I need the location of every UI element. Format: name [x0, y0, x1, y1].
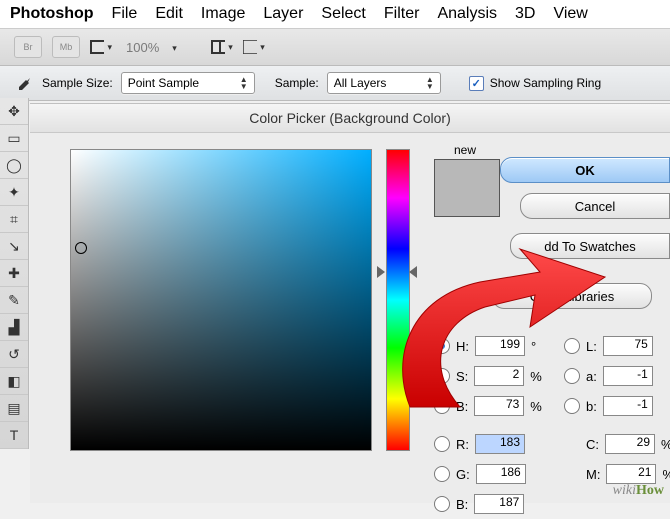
- l-input[interactable]: 75: [603, 336, 653, 356]
- c-unit: %: [661, 437, 670, 452]
- saturation-input[interactable]: 2: [474, 366, 524, 386]
- select-arrows-icon: ▲▼: [240, 76, 248, 90]
- hue-handle-icon[interactable]: [377, 266, 385, 278]
- sample-size-select[interactable]: Point Sample ▲▼: [121, 72, 255, 94]
- b-radio[interactable]: [564, 398, 580, 414]
- hue-slider[interactable]: [386, 149, 410, 451]
- green-radio[interactable]: [434, 466, 450, 482]
- tool-eraser[interactable]: ◧: [0, 368, 28, 395]
- minibridge-button[interactable]: Mb: [52, 36, 80, 58]
- red-label: R:: [456, 437, 469, 452]
- blue-input[interactable]: 187: [474, 494, 524, 514]
- c-label: C:: [586, 437, 599, 452]
- show-sampling-ring-checkbox[interactable]: ✓: [469, 76, 484, 91]
- l-radio[interactable]: [564, 338, 580, 354]
- l-label: L:: [586, 339, 597, 354]
- m-unit: %: [662, 467, 670, 482]
- a-input[interactable]: -1: [603, 366, 653, 386]
- hue-handle-icon[interactable]: [409, 266, 417, 278]
- brightness-label: B:: [456, 399, 468, 414]
- green-input[interactable]: 186: [476, 464, 526, 484]
- brightness-input[interactable]: 73: [474, 396, 524, 416]
- tool-heal[interactable]: ✚: [0, 260, 28, 287]
- blue-radio[interactable]: [434, 496, 450, 512]
- color-field[interactable]: [70, 149, 372, 451]
- hue-input[interactable]: 199: [475, 336, 525, 356]
- saturation-radio[interactable]: [434, 368, 450, 384]
- a-label: a:: [586, 369, 597, 384]
- screen-mode-dropdown[interactable]: [90, 38, 112, 56]
- color-libraries-button[interactable]: Color Libraries: [492, 283, 652, 309]
- tool-marquee[interactable]: ▭: [0, 125, 28, 152]
- tool-gradient[interactable]: ▤: [0, 395, 28, 422]
- zoom-dropdown-icon[interactable]: [169, 40, 177, 54]
- menu-view[interactable]: View: [553, 5, 587, 23]
- lab-cmyk-fields: L: 75 a: -1 b: -1 C: 29 %: [564, 331, 670, 489]
- hue-unit: °: [531, 339, 545, 354]
- hsb-rgb-fields: H: 199 ° S: 2 % B: 73 % R: 183: [434, 331, 546, 519]
- menu-select[interactable]: Select: [321, 5, 365, 23]
- zoom-level[interactable]: 100%: [126, 40, 159, 55]
- app-name: Photoshop: [10, 5, 94, 23]
- new-color-swatch: [434, 159, 500, 217]
- sample-size-value: Point Sample: [128, 76, 199, 90]
- extras-dropdown[interactable]: [243, 38, 265, 56]
- saturation-unit: %: [530, 369, 544, 384]
- menu-edit[interactable]: Edit: [155, 5, 183, 23]
- menu-analysis[interactable]: Analysis: [437, 5, 497, 23]
- menu-file[interactable]: File: [112, 5, 138, 23]
- eyedropper-tool-icon: [16, 74, 34, 92]
- a-radio[interactable]: [564, 368, 580, 384]
- color-field-cursor[interactable]: [75, 242, 87, 254]
- ok-button[interactable]: OK: [500, 157, 670, 183]
- menu-layer[interactable]: Layer: [263, 5, 303, 23]
- tool-stamp[interactable]: ▟: [0, 314, 28, 341]
- tool-eyedropper[interactable]: ↘: [0, 233, 28, 260]
- arrange-documents-dropdown[interactable]: [211, 38, 233, 56]
- cancel-button[interactable]: Cancel: [520, 193, 670, 219]
- select-arrows-icon: ▲▼: [426, 76, 434, 90]
- new-color-label: new: [454, 143, 476, 157]
- add-to-swatches-button[interactable]: dd To Swatches: [510, 233, 670, 259]
- m-label: M:: [586, 467, 600, 482]
- green-label: G:: [456, 467, 470, 482]
- tool-type[interactable]: T: [0, 422, 28, 449]
- tool-brush[interactable]: ✎: [0, 287, 28, 314]
- hue-radio[interactable]: [434, 338, 450, 354]
- tool-lasso[interactable]: ◯: [0, 152, 28, 179]
- bridge-button[interactable]: Br: [14, 36, 42, 58]
- menu-3d[interactable]: 3D: [515, 5, 535, 23]
- saturation-label: S:: [456, 369, 468, 384]
- b-input[interactable]: -1: [603, 396, 653, 416]
- menu-image[interactable]: Image: [201, 5, 245, 23]
- show-sampling-ring-label: Show Sampling Ring: [490, 76, 601, 90]
- menu-filter[interactable]: Filter: [384, 5, 420, 23]
- tool-wand[interactable]: ✦: [0, 179, 28, 206]
- dialog-title: Color Picker (Background Color): [30, 104, 670, 133]
- sample-size-label: Sample Size:: [42, 76, 113, 90]
- sample-label: Sample:: [275, 76, 319, 90]
- sample-value: All Layers: [334, 76, 387, 90]
- color-picker-dialog: Color Picker (Background Color) new OK C…: [30, 103, 670, 503]
- brightness-radio[interactable]: [434, 398, 450, 414]
- red-radio[interactable]: [434, 436, 450, 452]
- sample-select[interactable]: All Layers ▲▼: [327, 72, 441, 94]
- b-label: b:: [586, 399, 597, 414]
- tool-move[interactable]: ✥: [0, 98, 28, 125]
- options-bar: Sample Size: Point Sample ▲▼ Sample: All…: [0, 66, 670, 101]
- app-toolbar: Br Mb 100%: [0, 29, 670, 66]
- blue-label: B:: [456, 497, 468, 512]
- tool-history-brush[interactable]: ↺: [0, 341, 28, 368]
- brightness-unit: %: [530, 399, 544, 414]
- menu-bar: Photoshop File Edit Image Layer Select F…: [0, 0, 670, 29]
- tools-panel: ✥ ▭ ◯ ✦ ⌗ ↘ ✚ ✎ ▟ ↺ ◧ ▤ T: [0, 98, 29, 449]
- hue-label: H:: [456, 339, 469, 354]
- watermark: wikiHow: [613, 483, 664, 499]
- red-input[interactable]: 183: [475, 434, 525, 454]
- tool-crop[interactable]: ⌗: [0, 206, 28, 233]
- c-input[interactable]: 29: [605, 434, 655, 454]
- m-input[interactable]: 21: [606, 464, 656, 484]
